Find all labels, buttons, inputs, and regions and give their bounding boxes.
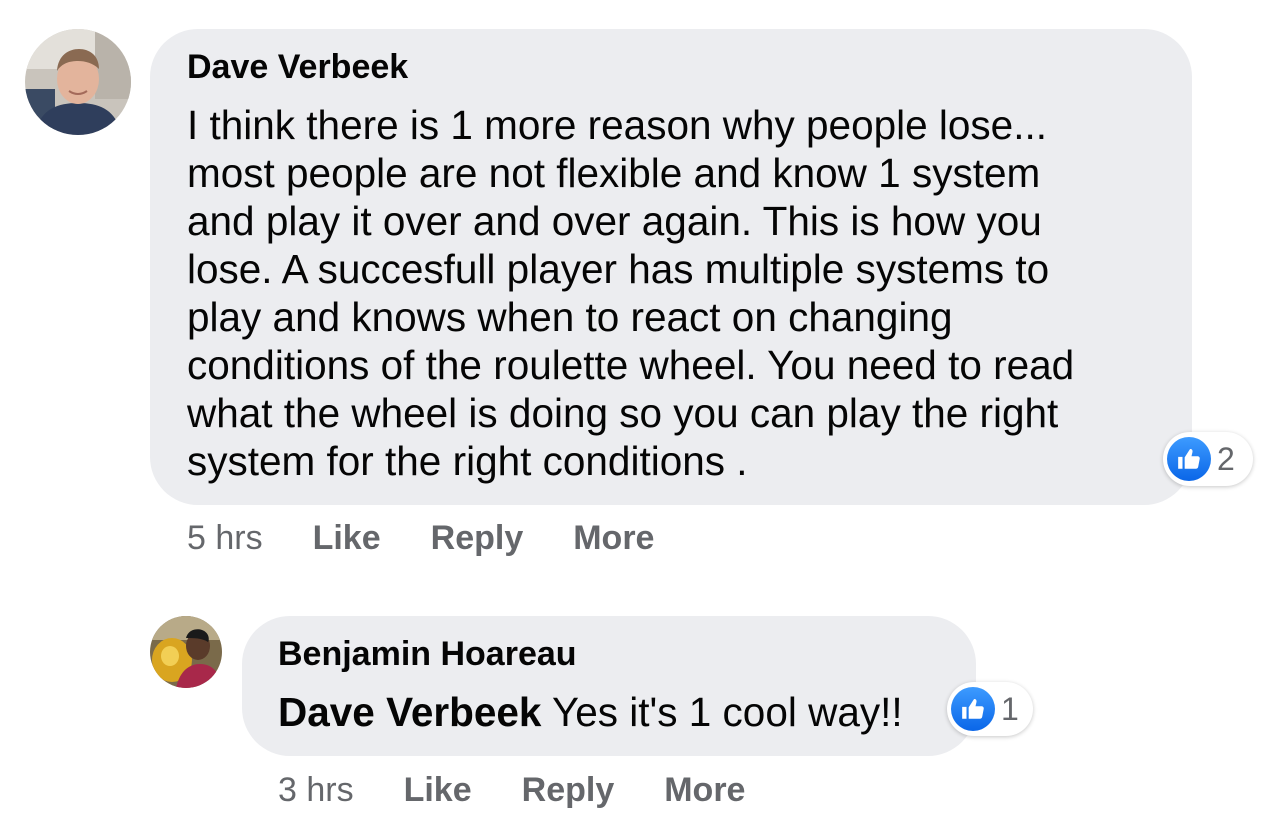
profile-photo <box>150 616 222 688</box>
comment-text-line: what the wheel is doing so you can play … <box>187 390 1059 436</box>
reply-button[interactable]: Reply <box>431 518 524 558</box>
like-button[interactable]: Like <box>313 518 381 558</box>
comment-text-line: I think there is 1 more reason why peopl… <box>187 102 1047 148</box>
reaction-count: 2 <box>1217 441 1235 477</box>
comment-text: Dave Verbeek Yes it's 1 cool way!! <box>278 688 903 736</box>
comment-timestamp[interactable]: 3 hrs <box>278 770 354 810</box>
comment-text-line: Dave Verbeek Yes it's 1 cool way!! <box>278 688 903 736</box>
thumbs-up-icon <box>951 687 995 731</box>
comment-text: I think there is 1 more reason why peopl… <box>187 101 1074 485</box>
mention-link[interactable]: Dave Verbeek <box>278 689 541 735</box>
comment-text-line: most people are not flexible and know 1 … <box>187 150 1041 196</box>
comment-actions: 3 hrs Like Reply More <box>278 770 745 810</box>
reaction-count: 1 <box>1001 691 1019 727</box>
more-button[interactable]: More <box>573 518 654 558</box>
comment-actions: 5 hrs Like Reply More <box>187 518 654 558</box>
comment-text-line: play and knows when to react on changing <box>187 294 953 340</box>
comment-timestamp[interactable]: 5 hrs <box>187 518 263 558</box>
more-button[interactable]: More <box>664 770 745 810</box>
comment-author[interactable]: Dave Verbeek <box>187 47 408 87</box>
reaction-summary[interactable]: 2 <box>1163 432 1253 486</box>
like-button[interactable]: Like <box>404 770 472 810</box>
profile-photo <box>25 29 131 135</box>
comment-text-line: and play it over and over again. This is… <box>187 198 1042 244</box>
comment-author[interactable]: Benjamin Hoareau <box>278 634 577 674</box>
reaction-summary[interactable]: 1 <box>947 682 1033 736</box>
comment-text-line: lose. A succesfull player has multiple s… <box>187 246 1050 292</box>
avatar-dave-verbeek[interactable] <box>25 29 131 135</box>
reply-button[interactable]: Reply <box>522 770 615 810</box>
comment-text-line: conditions of the roulette wheel. You ne… <box>187 342 1075 388</box>
thumbs-up-icon <box>1167 437 1211 481</box>
comment-text-body: Yes it's 1 cool way!! <box>541 689 903 735</box>
avatar-benjamin-hoareau[interactable] <box>150 616 222 688</box>
comment-text-line: system for the right conditions . <box>187 438 748 484</box>
